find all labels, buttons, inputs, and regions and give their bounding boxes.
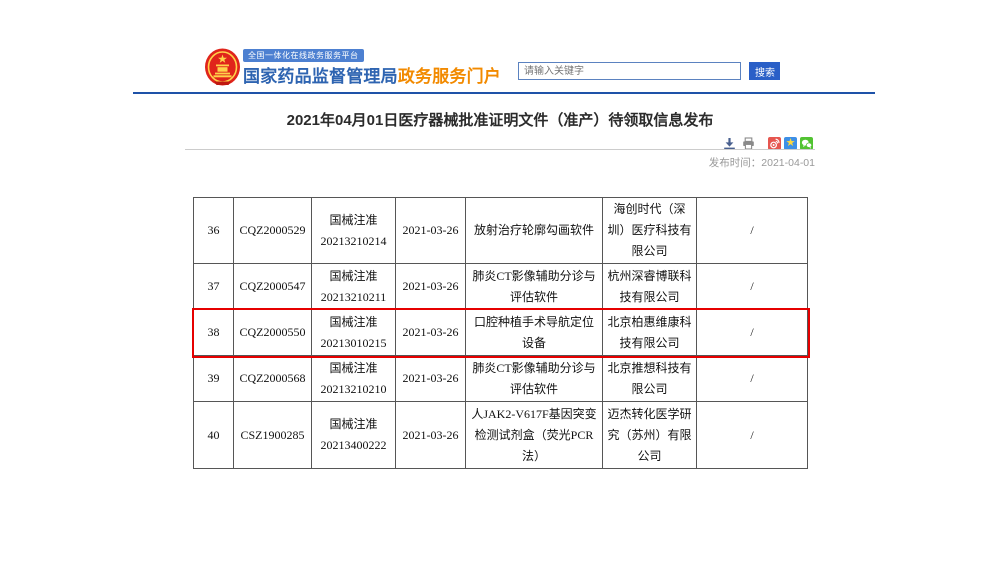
table-row: 38CQZ2000550国械注准202130102152021-03-26口腔种… — [194, 310, 808, 356]
cell-product-name: 放射治疗轮廓勾画软件 — [466, 198, 603, 264]
cell-row-no: 36 — [194, 198, 234, 264]
table-row: 36CQZ2000529国械注准202132102142021-03-26放射治… — [194, 198, 808, 264]
cell-approval-date: 2021-03-26 — [396, 310, 466, 356]
cell-remark: / — [697, 356, 808, 402]
platform-badge: 全国一体化在线政务服务平台 — [243, 49, 364, 62]
header-divider — [133, 92, 875, 94]
national-emblem-icon — [204, 48, 241, 88]
cell-company: 迈杰转化医学研究（苏州）有限公司 — [603, 402, 697, 469]
cell-cert-no: 国械注准20213210214 — [312, 198, 396, 264]
cell-cert-no: 国械注准20213010215 — [312, 310, 396, 356]
cell-cert-no: 国械注准20213400222 — [312, 402, 396, 469]
cell-row-no: 37 — [194, 264, 234, 310]
page: 全国一体化在线政务服务平台 国家药品监督管理局政务服务门户 搜索 2021年04… — [0, 0, 1000, 563]
cell-company: 海创时代（深圳）医疗科技有限公司 — [603, 198, 697, 264]
cell-product-name: 肺炎CT影像辅助分诊与评估软件 — [466, 264, 603, 310]
cell-row-no: 38 — [194, 310, 234, 356]
cell-cert-no: 国械注准20213210210 — [312, 356, 396, 402]
site-header: 全国一体化在线政务服务平台 国家药品监督管理局政务服务门户 搜索 — [0, 0, 1000, 94]
page-title: 2021年04月01日医疗器械批准证明文件（准产）待领取信息发布 — [0, 109, 1000, 130]
cert-prefix: 国械注准 — [316, 414, 391, 435]
cell-reg-no: CQZ2000547 — [234, 264, 312, 310]
cell-company: 北京柏惠维康科技有限公司 — [603, 310, 697, 356]
cert-number: 20213010215 — [316, 333, 391, 354]
cell-remark: / — [697, 402, 808, 469]
search-button[interactable]: 搜索 — [749, 62, 780, 80]
cert-number: 20213400222 — [316, 435, 391, 456]
cell-product-name: 肺炎CT影像辅助分诊与评估软件 — [466, 356, 603, 402]
cert-prefix: 国械注准 — [316, 210, 391, 231]
cert-number: 20213210210 — [316, 379, 391, 400]
site-brand-portal: 政务服务门户 — [398, 67, 501, 86]
cert-prefix: 国械注准 — [316, 312, 391, 333]
cell-cert-no: 国械注准20213210211 — [312, 264, 396, 310]
cell-reg-no: CQZ2000568 — [234, 356, 312, 402]
cell-approval-date: 2021-03-26 — [396, 402, 466, 469]
site-brand-agency: 国家药品监督管理局 — [243, 67, 398, 86]
cell-approval-date: 2021-03-26 — [396, 356, 466, 402]
cell-remark: / — [697, 264, 808, 310]
cell-row-no: 40 — [194, 402, 234, 469]
cert-prefix: 国械注准 — [316, 266, 391, 287]
approval-table-wrap: 36CQZ2000529国械注准202132102142021-03-26放射治… — [193, 197, 808, 469]
cell-reg-no: CQZ2000550 — [234, 310, 312, 356]
approval-table-body: 36CQZ2000529国械注准202132102142021-03-26放射治… — [194, 198, 808, 469]
publish-time: 发布时间：2021-04-01 — [709, 155, 815, 170]
cell-reg-no: CSZ1900285 — [234, 402, 312, 469]
cert-prefix: 国械注准 — [316, 358, 391, 379]
table-row: 39CQZ2000568国械注准202132102102021-03-26肺炎C… — [194, 356, 808, 402]
cell-remark: / — [697, 198, 808, 264]
cert-number: 20213210211 — [316, 287, 391, 308]
cell-remark: / — [697, 310, 808, 356]
cell-reg-no: CQZ2000529 — [234, 198, 312, 264]
star-glyph: ★ — [786, 138, 796, 149]
cell-company: 北京推想科技有限公司 — [603, 356, 697, 402]
cell-product-name: 口腔种植手术导航定位设备 — [466, 310, 603, 356]
search-input[interactable] — [518, 62, 741, 80]
site-logo-link[interactable]: 全国一体化在线政务服务平台 国家药品监督管理局政务服务门户 — [204, 46, 504, 90]
table-row: 40CSZ1900285国械注准202134002222021-03-26人JA… — [194, 402, 808, 469]
cell-row-no: 39 — [194, 356, 234, 402]
table-row: 37CQZ2000547国械注准202132102112021-03-26肺炎C… — [194, 264, 808, 310]
cell-product-name: 人JAK2-V617F基因突变检测试剂盒（荧光PCR法） — [466, 402, 603, 469]
cell-approval-date: 2021-03-26 — [396, 198, 466, 264]
title-divider — [185, 149, 815, 150]
cell-approval-date: 2021-03-26 — [396, 264, 466, 310]
approval-table: 36CQZ2000529国械注准202132102142021-03-26放射治… — [193, 197, 808, 469]
cell-company: 杭州深睿博联科技有限公司 — [603, 264, 697, 310]
search-box: 搜索 — [518, 62, 780, 80]
cert-number: 20213210214 — [316, 231, 391, 252]
site-brand: 国家药品监督管理局政务服务门户 — [243, 62, 501, 87]
